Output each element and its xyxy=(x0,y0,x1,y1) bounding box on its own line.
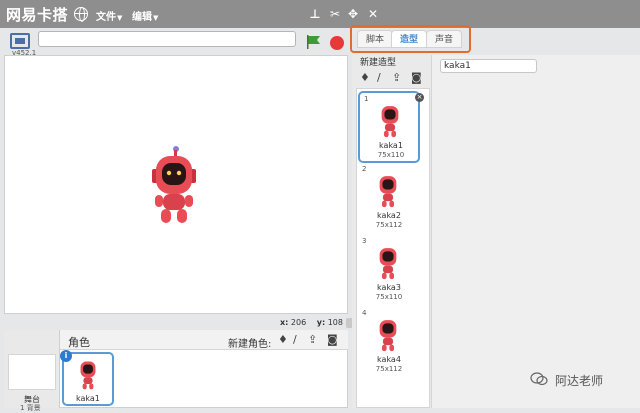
costume-item[interactable]: 4 kaka4 75x112 xyxy=(358,307,420,379)
stop-icon[interactable] xyxy=(330,36,344,50)
costume-name: kaka2 xyxy=(377,211,401,220)
mouse-coordinates: x: 206 y: 108 xyxy=(280,318,343,327)
robot-sprite[interactable] xyxy=(149,145,199,227)
costume-size: 75x110 xyxy=(377,151,405,159)
sprites-header xyxy=(60,330,348,350)
wechat-icon xyxy=(530,372,548,386)
costume-thumbnail xyxy=(381,106,399,138)
stage-backdrop-count: 1 背景 xyxy=(20,404,41,412)
costume-name-input[interactable]: kaka1 xyxy=(440,59,537,73)
costume-number: 2 xyxy=(362,165,367,173)
edit-menu-label: 编辑 xyxy=(132,12,152,23)
costume-item[interactable]: 2 kaka2 75x112 xyxy=(358,163,420,235)
fullscreen-icon[interactable] xyxy=(10,33,30,49)
paint-costume-icon[interactable]: / xyxy=(377,71,381,84)
upload-sprite-icon[interactable]: ⇪ xyxy=(308,333,317,346)
new-costume-label: 新建造型 xyxy=(360,58,397,68)
upload-costume-icon[interactable]: ⇪ xyxy=(392,71,401,84)
costume-number: 3 xyxy=(362,237,367,245)
costume-thumbnail xyxy=(379,176,397,208)
costume-thumbnail xyxy=(379,248,397,280)
costume-size: 75x112 xyxy=(375,221,403,229)
costume-thumbnail xyxy=(379,320,397,352)
costume-item[interactable]: 1 kaka1 75x110 xyxy=(358,91,420,163)
new-sprite-label: 新建角色: xyxy=(228,339,272,350)
shrink-icon[interactable]: ✕ xyxy=(366,7,380,21)
close-icon[interactable]: × xyxy=(415,93,424,102)
app-logo[interactable]: 网易卡搭 xyxy=(6,4,68,25)
x-value: 206 xyxy=(290,318,307,327)
costume-item[interactable]: 3 kaka3 75x110 xyxy=(358,235,420,307)
costume-number: 4 xyxy=(362,309,367,317)
sprite-library-icon[interactable]: ♦ xyxy=(278,333,288,346)
info-icon[interactable]: i xyxy=(60,350,72,362)
costume-name: kaka3 xyxy=(377,283,401,292)
x-label: x: xyxy=(280,318,289,327)
y-value: 108 xyxy=(327,318,343,327)
cut-icon[interactable]: ✂ xyxy=(328,7,342,21)
y-label: y: xyxy=(316,318,326,327)
camera-sprite-icon[interactable]: ◙ xyxy=(327,333,338,346)
costume-library-icon[interactable]: ♦ xyxy=(360,71,370,84)
chevron-down-icon: ▼ xyxy=(153,14,159,22)
stage-thumbnail[interactable] xyxy=(8,354,56,390)
camera-costume-icon[interactable]: ◙ xyxy=(411,71,422,84)
sprites-title: 角色 xyxy=(68,336,90,349)
tabs-highlight-box xyxy=(350,25,471,53)
chevron-down-icon: ▼ xyxy=(117,14,123,22)
costume-size: 75x112 xyxy=(375,365,403,373)
paint-sprite-icon[interactable]: / xyxy=(293,333,297,346)
costume-editor[interactable] xyxy=(432,55,640,408)
edit-menu[interactable]: 编辑▼ xyxy=(132,8,158,23)
file-menu[interactable]: 文件▼ xyxy=(96,8,122,23)
project-name-input[interactable] xyxy=(38,31,296,47)
green-flag-icon[interactable] xyxy=(306,35,322,49)
costume-name: kaka1 xyxy=(379,141,403,150)
stamp-icon[interactable]: ⊥ xyxy=(308,7,322,21)
costume-name: kaka4 xyxy=(377,355,401,364)
sprite-thumbnail xyxy=(80,361,96,390)
watermark-text: 阿达老师 xyxy=(555,374,604,388)
language-globe-icon[interactable] xyxy=(74,7,88,22)
file-menu-label: 文件 xyxy=(96,12,116,23)
sprite-name: kaka1 xyxy=(76,394,100,403)
costume-size: 75x110 xyxy=(375,293,403,301)
costume-number: 1 xyxy=(364,95,369,103)
grow-icon[interactable]: ✥ xyxy=(346,7,360,21)
